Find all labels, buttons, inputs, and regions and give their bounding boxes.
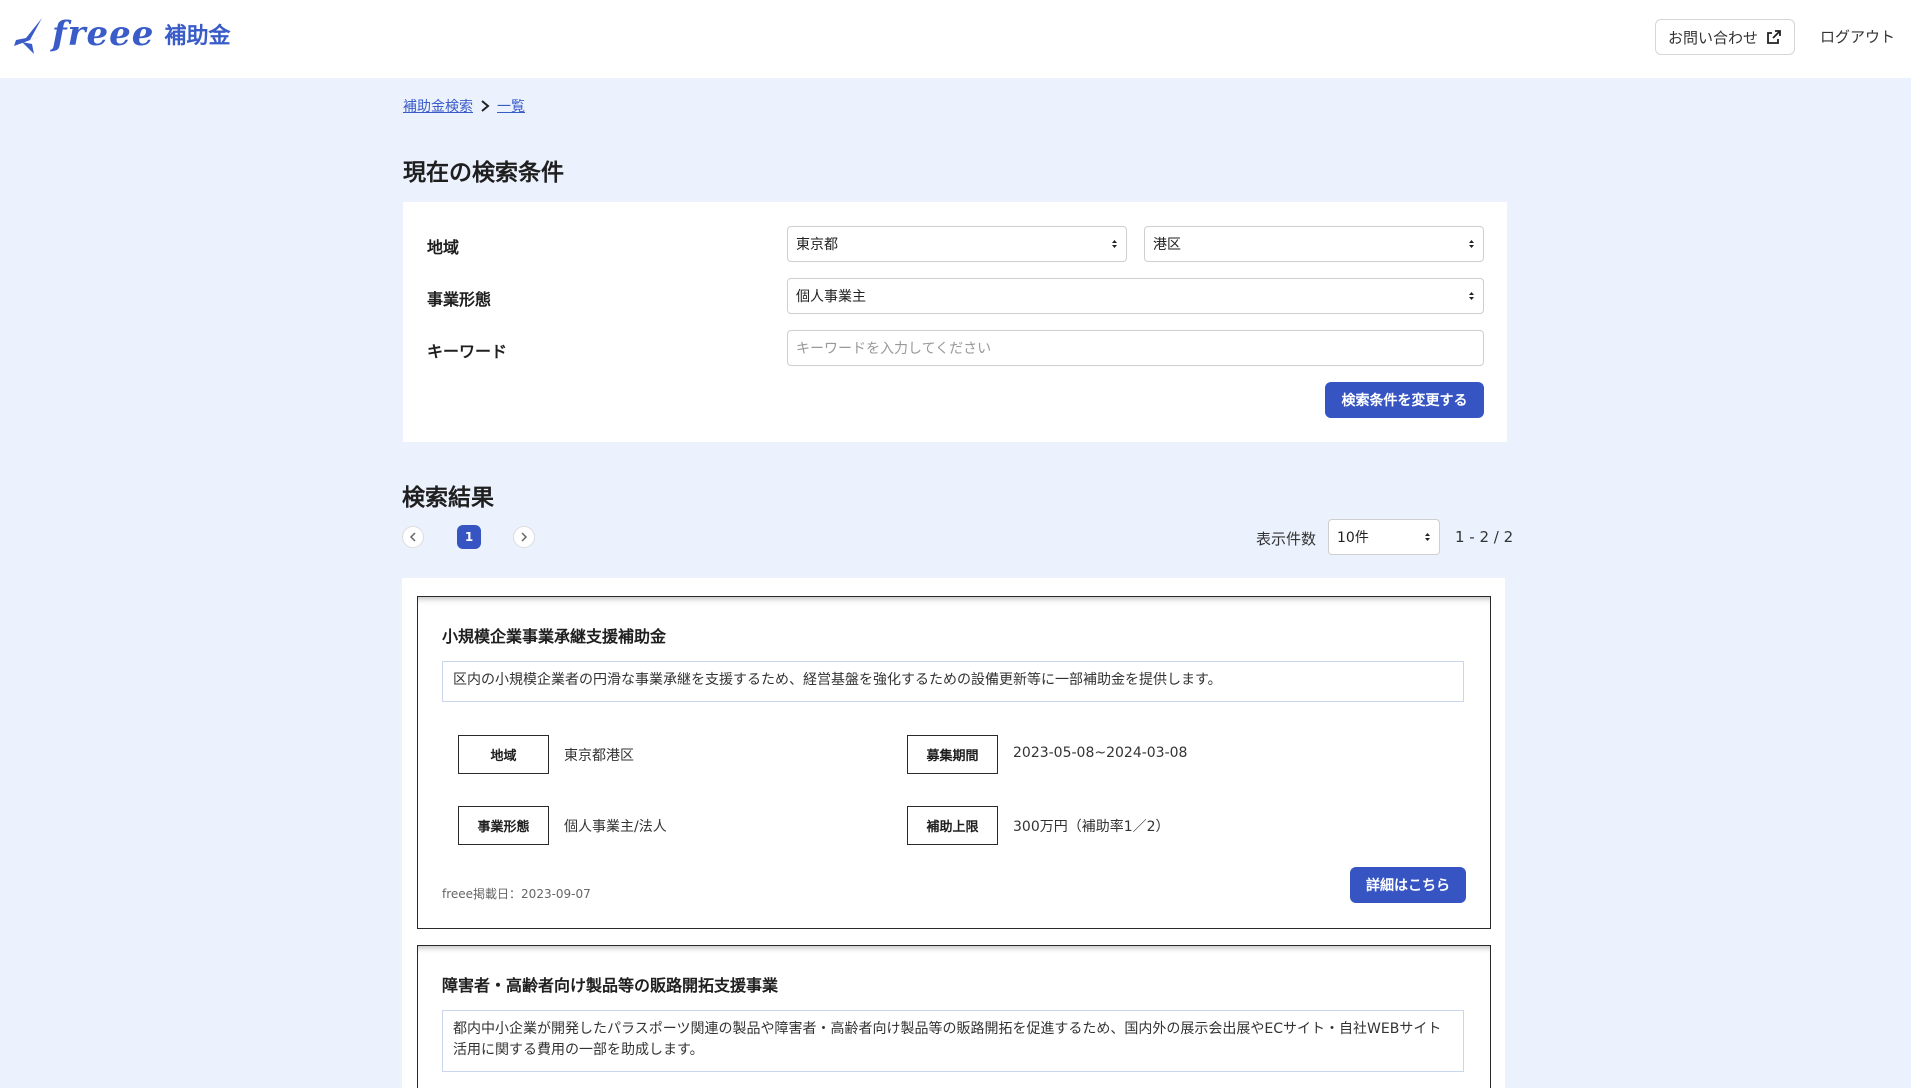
period-value: 2023-05-08~2024-03-08 — [1013, 745, 1188, 761]
airplane-logo-icon — [14, 18, 52, 54]
per-page-select[interactable]: 10件 — [1328, 519, 1440, 555]
external-link-icon — [1767, 30, 1781, 44]
per-page-label: 表示件数 — [1256, 530, 1317, 548]
region-label: 地域 — [427, 238, 460, 257]
pagination-prev-button[interactable] — [402, 526, 424, 548]
posted-date: freee掲載日：2023-09-07 — [442, 887, 591, 901]
business-type-label: 事業形態 — [427, 290, 492, 309]
per-page-select-value: 10件 — [1337, 530, 1369, 546]
breadcrumb-item-search[interactable]: 補助金検索 — [403, 96, 473, 116]
prefecture-select[interactable]: 東京都 — [787, 226, 1127, 262]
select-arrows-icon — [1425, 533, 1430, 541]
subsidy-card: 小規模企業事業承継支援補助金 区内の小規模企業者の円滑な事業承継を支援するため、… — [417, 596, 1491, 929]
select-arrows-icon — [1469, 292, 1474, 300]
region-tag: 地域 — [458, 735, 549, 774]
city-select-value: 港区 — [1153, 237, 1181, 253]
results-range-text: 1 - 2 / 2 — [1455, 528, 1514, 546]
detail-button[interactable]: 詳細はこちら — [1350, 867, 1466, 903]
keyword-input-placeholder: キーワードを入力してください — [796, 341, 992, 357]
conditions-title: 現在の検索条件 — [403, 160, 564, 186]
breadcrumb: 補助金検索 一覧 — [403, 96, 525, 116]
contact-button[interactable]: お問い合わせ — [1655, 19, 1795, 55]
limit-value: 300万円（補助率1／2） — [1013, 819, 1170, 835]
card-description: 区内の小規模企業者の円滑な事業承継を支援するため、経営基盤を強化するための設備更… — [442, 661, 1464, 702]
breadcrumb-item-list[interactable]: 一覧 — [497, 96, 525, 116]
business-type-value: 個人事業主/法人 — [564, 819, 667, 835]
logo-subtitle: 補助金 — [164, 24, 231, 49]
change-conditions-button[interactable]: 検索条件を変更する — [1325, 382, 1484, 418]
card-title[interactable]: 障害者・高齢者向け製品等の販路開拓支援事業 — [442, 972, 778, 996]
search-conditions-panel: 地域 東京都 港区 事業形態 個人事業主 キーワード キーワードを入力してくださ… — [403, 202, 1507, 442]
keyword-input[interactable]: キーワードを入力してください — [787, 330, 1484, 366]
select-arrows-icon — [1112, 240, 1117, 248]
chevron-right-icon — [521, 532, 528, 542]
card-description: 都内中小企業が開発したパラスポーツ関連の製品や障害者・高齢者向け製品等の販路開拓… — [442, 1010, 1464, 1072]
top-header: freee 補助金 お問い合わせ ログアウト — [0, 0, 1911, 78]
pagination-page-1[interactable]: 1 — [457, 525, 481, 549]
results-title: 検索結果 — [402, 485, 494, 511]
chevron-left-icon — [409, 532, 416, 542]
business-type-tag: 事業形態 — [458, 806, 549, 845]
results-list: 小規模企業事業承継支援補助金 区内の小規模企業者の円滑な事業承継を支援するため、… — [402, 578, 1505, 1088]
logo-wordmark: freee — [52, 14, 155, 54]
pagination-next-button[interactable] — [513, 526, 535, 548]
logout-link[interactable]: ログアウト — [1820, 26, 1895, 47]
card-title[interactable]: 小規模企業事業承継支援補助金 — [442, 623, 666, 647]
subsidy-card: 障害者・高齢者向け製品等の販路開拓支援事業 都内中小企業が開発したパラスポーツ関… — [417, 945, 1491, 1088]
city-select[interactable]: 港区 — [1144, 226, 1484, 262]
contact-button-label: お問い合わせ — [1667, 28, 1758, 47]
region-value: 東京都港区 — [564, 748, 634, 764]
business-type-select[interactable]: 個人事業主 — [787, 278, 1484, 314]
prefecture-select-value: 東京都 — [796, 237, 838, 253]
limit-tag: 補助上限 — [907, 806, 998, 845]
select-arrows-icon — [1469, 240, 1474, 248]
keyword-label: キーワード — [427, 342, 508, 361]
chevron-right-icon — [481, 100, 490, 112]
business-type-select-value: 個人事業主 — [796, 289, 866, 305]
freee-logo[interactable]: freee 補助金 — [12, 10, 230, 58]
period-tag: 募集期間 — [907, 735, 998, 774]
